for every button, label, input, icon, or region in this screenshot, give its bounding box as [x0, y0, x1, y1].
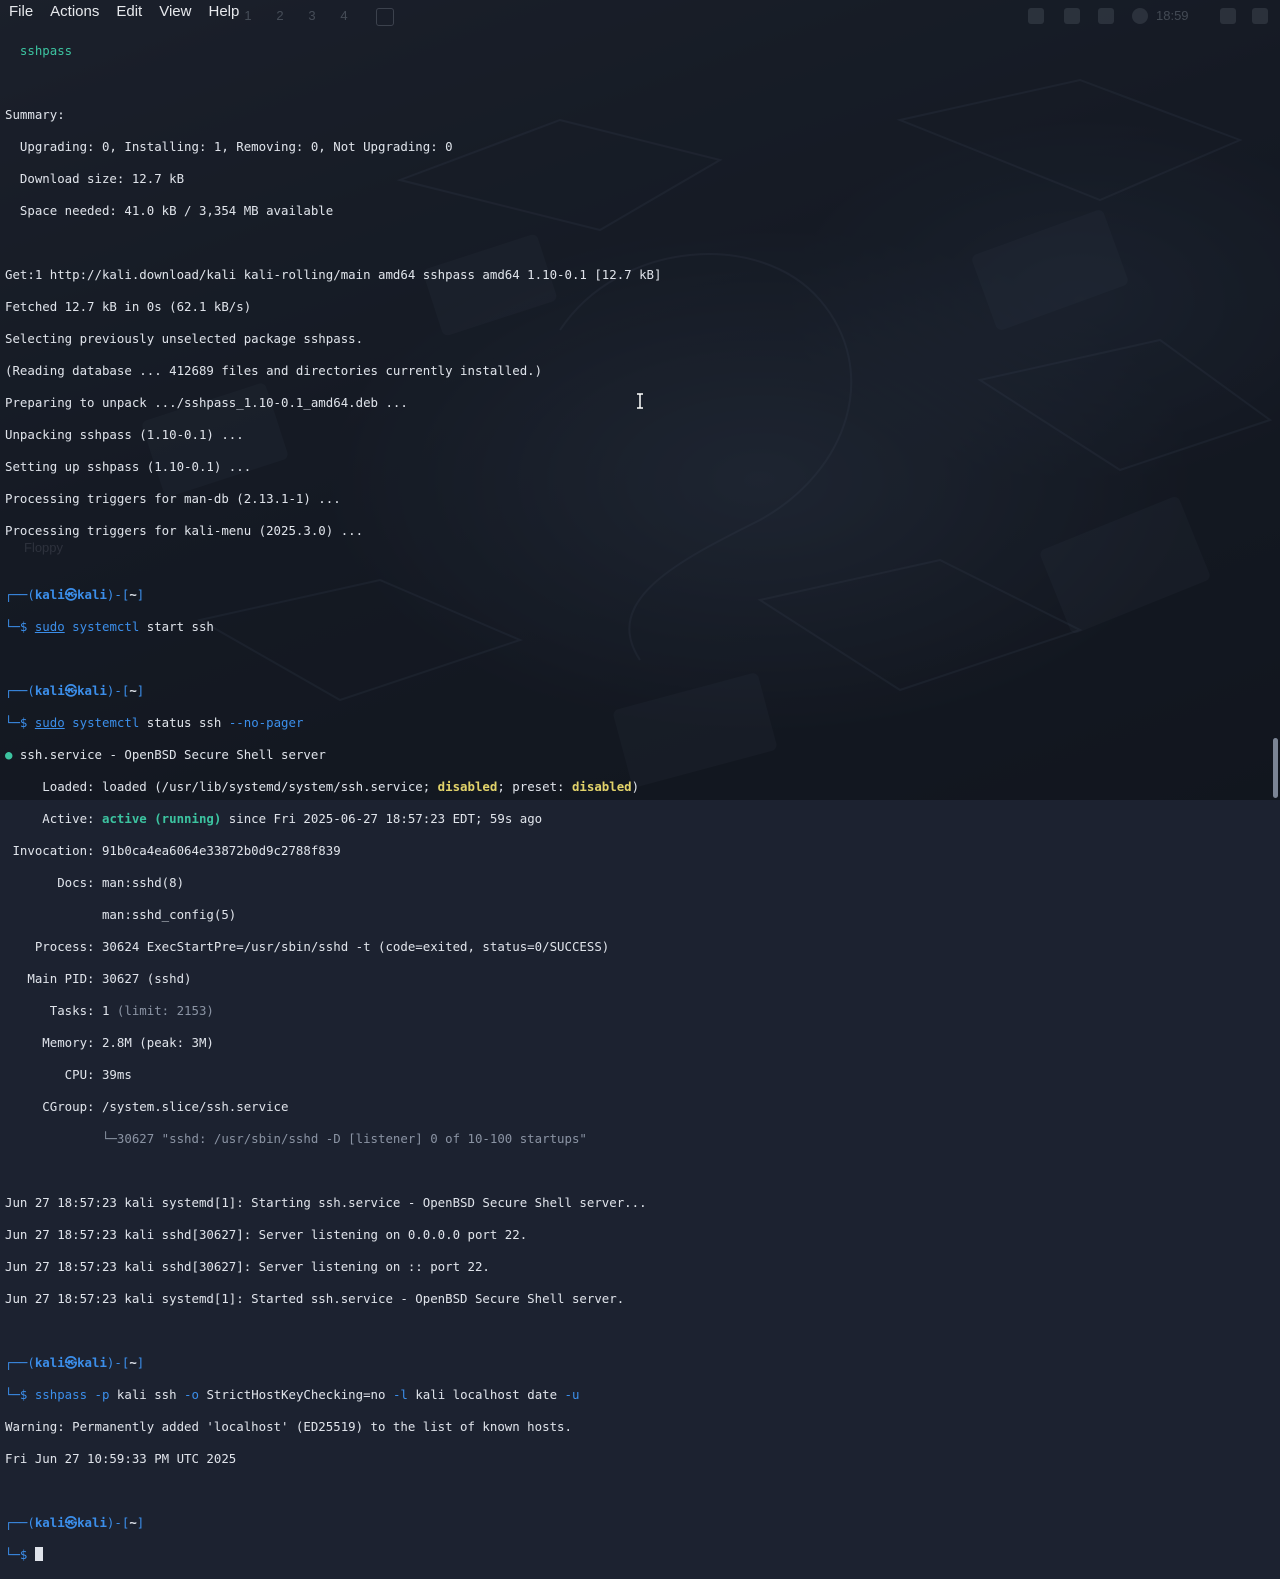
status-active: Active: active (running) since Fri 2025-…: [5, 811, 543, 826]
terminal-line: Processing triggers for kali-menu (2025.…: [5, 523, 364, 538]
terminal-line: Processing triggers for man-db (2.13.1-1…: [5, 491, 341, 506]
terminal-line: Fri Jun 27 10:59:33 PM UTC 2025: [5, 1451, 237, 1466]
terminal-line: Invocation: 91b0ca4ea6064e33872b0d9c2788…: [5, 843, 341, 858]
menu-edit[interactable]: Edit: [107, 0, 150, 22]
status-tasks: Tasks: 1 (limit: 2153): [5, 1003, 214, 1018]
terminal-line: sshpass: [5, 43, 73, 58]
terminal-line: Process: 30624 ExecStartPre=/usr/sbin/ss…: [5, 939, 610, 954]
terminal-line: CGroup: /system.slice/ssh.service: [5, 1099, 289, 1114]
notification-bell-icon[interactable]: [1098, 8, 1114, 24]
terminal-line: Fetched 12.7 kB in 0s (62.1 kB/s): [5, 299, 252, 314]
terminal-output[interactable]: sshpass Summary: Upgrading: 0, Installin…: [5, 27, 1280, 1562]
terminal-line: Space needed: 41.0 kB / 3,354 MB availab…: [5, 203, 334, 218]
journal-line: Jun 27 18:57:23 kali sshd[30627]: Server…: [5, 1227, 528, 1242]
panel-clock[interactable]: 18:59: [1156, 8, 1189, 23]
shell-prompt: ┌──(kali㉿kali)-[~]: [5, 683, 145, 698]
terminal-line: └─30627 "sshd: /usr/sbin/sshd -D [listen…: [5, 1131, 587, 1146]
journal-line: Jun 27 18:57:23 kali systemd[1]: Startin…: [5, 1195, 647, 1210]
terminal-menubar: File Actions Edit View Help: [0, 0, 247, 22]
lock-icon[interactable]: [1220, 8, 1236, 24]
menu-actions[interactable]: Actions: [41, 0, 107, 22]
shell-prompt: ┌──(kali㉿kali)-[~]: [5, 1355, 145, 1370]
terminal-line: Main PID: 30627 (sshd): [5, 971, 192, 986]
menu-help[interactable]: Help: [199, 0, 247, 22]
power-icon[interactable]: [1252, 8, 1268, 24]
terminal-line: Upgrading: 0, Installing: 1, Removing: 0…: [5, 139, 453, 154]
terminal-line: man:sshd_config(5): [5, 907, 237, 922]
ibeam-cursor-icon: [637, 393, 643, 409]
command-line: └─$ sudo systemctl start ssh: [5, 619, 214, 634]
network-icon[interactable]: [1132, 8, 1148, 24]
terminal-launcher-icon[interactable]: [376, 8, 394, 26]
text-cursor: [34, 1547, 43, 1561]
status-loaded: Loaded: loaded (/usr/lib/systemd/system/…: [5, 779, 640, 794]
terminal-line: Get:1 http://kali.download/kali kali-rol…: [5, 267, 662, 282]
command-input-line[interactable]: └─$: [5, 1547, 1280, 1563]
workspace-2[interactable]: 2: [270, 6, 290, 26]
menu-file[interactable]: File: [0, 0, 41, 22]
terminal-line: (Reading database ... 412689 files and d…: [5, 363, 543, 378]
terminal-line: Warning: Permanently added 'localhost' (…: [5, 1419, 572, 1434]
command-line: └─$ sshpass -p kali ssh -o StrictHostKey…: [5, 1387, 580, 1402]
terminal-scrollbar[interactable]: [1273, 738, 1278, 798]
terminal-line: Selecting previously unselected package …: [5, 331, 364, 346]
shell-prompt: ┌──(kali㉿kali)-[~]: [5, 587, 145, 602]
journal-line: Jun 27 18:57:23 kali sshd[30627]: Server…: [5, 1259, 490, 1274]
volume-icon[interactable]: [1064, 8, 1080, 24]
terminal-line: Setting up sshpass (1.10-0.1) ...: [5, 459, 252, 474]
status-title: ● ssh.service - OpenBSD Secure Shell ser…: [5, 747, 326, 762]
workspace-3[interactable]: 3: [302, 6, 322, 26]
menu-view[interactable]: View: [150, 0, 199, 22]
terminal-line: Memory: 2.8M (peak: 3M): [5, 1035, 214, 1050]
terminal-line: CPU: 39ms: [5, 1067, 132, 1082]
terminal-line: Unpacking sshpass (1.10-0.1) ...: [5, 427, 244, 442]
shell-prompt: ┌──(kali㉿kali)-[~]: [5, 1515, 145, 1530]
command-line: └─$ sudo systemctl status ssh --no-pager: [5, 715, 304, 730]
journal-line: Jun 27 18:57:23 kali systemd[1]: Started…: [5, 1291, 625, 1306]
terminal-line: Download size: 12.7 kB: [5, 171, 185, 186]
workspace-4[interactable]: 4: [334, 6, 354, 26]
terminal-line: Docs: man:sshd(8): [5, 875, 185, 890]
display-icon[interactable]: [1028, 8, 1044, 24]
terminal-line: Summary:: [5, 107, 65, 122]
